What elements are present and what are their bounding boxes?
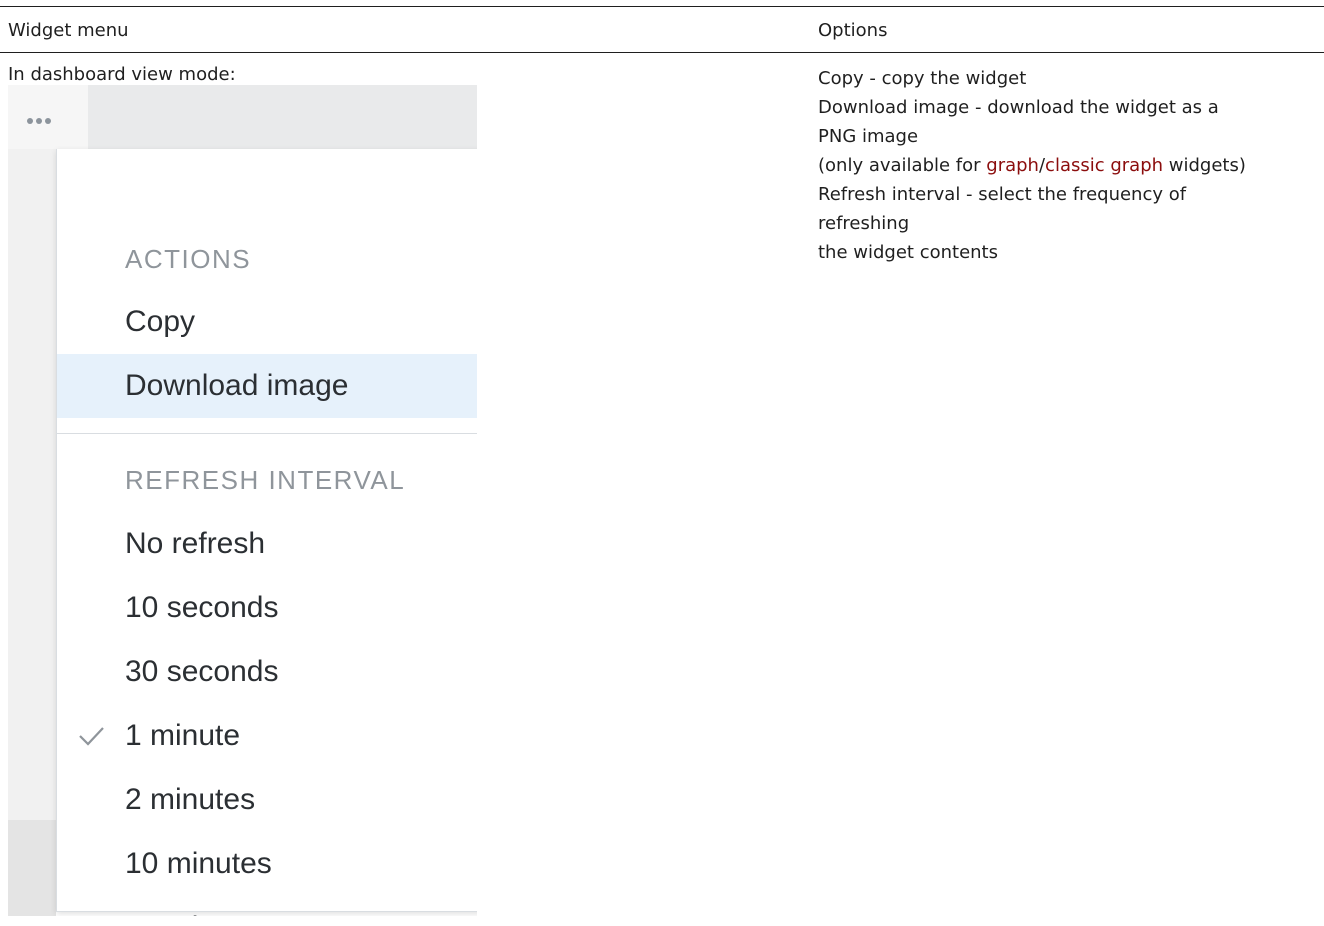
menu-item-30-seconds[interactable]: 30 seconds [57,640,477,704]
menu-item-2-minutes[interactable]: 2 minutes [57,768,477,832]
availability-suffix: widgets) [1163,155,1246,176]
header-rule [0,52,1324,53]
option-refresh-desc-end: the widget contents [818,242,998,263]
dashboard-background-lower [8,820,56,916]
menu-item-label: 10 minutes [125,847,272,880]
menu-item-label: Download image [125,369,349,402]
menu-item-label: No refresh [125,527,266,560]
menu-item-download-image[interactable]: Download image [57,354,477,418]
menu-item-1-minute[interactable]: 1 minute [57,704,477,768]
menu-item-no-refresh[interactable]: No refresh [57,512,477,576]
option-download-desc-cont: PNG image [818,126,919,147]
column-header-widget-menu: Widget menu [8,20,129,41]
option-refresh-desc-cont: refreshing [818,213,910,234]
classic-graph-link[interactable]: classic graph [1045,155,1163,176]
option-download-desc: Download image - download the widget as … [818,97,1219,118]
menu-item-10-seconds[interactable]: 10 seconds [57,576,477,640]
widget-menu-tab [8,85,88,149]
widget-context-menu: ACTIONS Copy Download image REFRESH INTE… [56,149,477,916]
menu-item-label: 30 seconds [125,655,279,688]
menu-item-label: 10 seconds [125,591,279,624]
options-description: Copy - copy the widget Download image - … [818,64,1318,267]
dashboard-background [8,85,56,916]
menu-divider [57,433,477,434]
option-download-availability: (only available for graph/classic graph … [818,151,1318,180]
menu-item-10-minutes[interactable]: 10 minutes [57,832,477,896]
menu-item-label: 15 minutes [125,896,272,916]
widget-menu-screenshot: ACTIONS Copy Download image REFRESH INTE… [8,85,477,916]
graph-link[interactable]: graph [986,155,1039,176]
more-options-icon[interactable] [27,118,51,124]
menu-item-copy[interactable]: Copy [57,290,477,354]
view-mode-caption: In dashboard view mode: [8,64,236,85]
option-copy-desc: Copy - copy the widget [818,68,1027,89]
menu-item-label: 1 minute [125,719,241,752]
checkmark-icon [79,727,104,746]
menu-item-label: 2 minutes [125,783,256,816]
menu-item-15-minutes[interactable]: 15 minutes [57,896,477,916]
menu-item-label: Copy [125,305,196,338]
widget-header-bar [88,85,477,149]
availability-prefix: (only available for [818,155,987,176]
option-refresh-desc: Refresh interval - select the frequency … [818,184,1187,205]
table-top-rule [0,6,1324,7]
menu-section-refresh-interval: REFRESH INTERVAL [125,465,406,495]
menu-section-actions: ACTIONS [125,244,252,274]
column-header-options: Options [818,20,888,41]
